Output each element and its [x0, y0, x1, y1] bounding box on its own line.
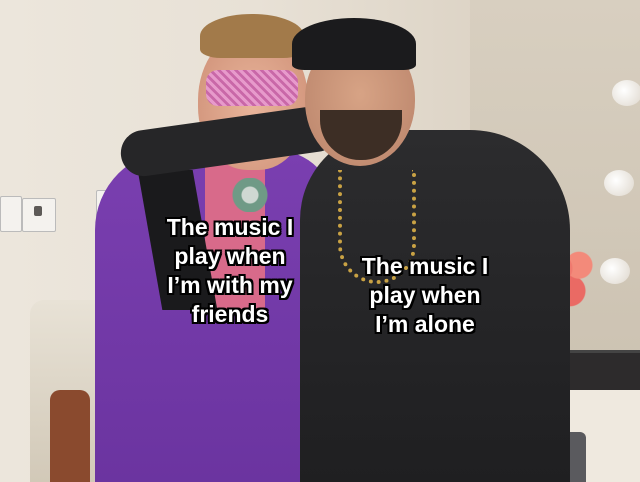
wall-outlet — [0, 196, 22, 232]
person-left-glasses — [206, 70, 298, 106]
person-left-hair — [200, 14, 304, 58]
caption-right: The music I play when I’m alone — [361, 253, 489, 337]
vanity-bulb — [604, 170, 634, 196]
caption-left: The music I play when I’m with my friend… — [166, 214, 294, 327]
wall-switch — [34, 206, 42, 216]
vanity-bulb — [612, 80, 640, 106]
vanity-bulb — [600, 258, 630, 284]
person-left-brooch — [222, 178, 278, 212]
chair-arm — [50, 390, 90, 482]
meme-photo: The music I play when I’m with my friend… — [0, 0, 640, 482]
person-right-cap — [292, 18, 416, 70]
